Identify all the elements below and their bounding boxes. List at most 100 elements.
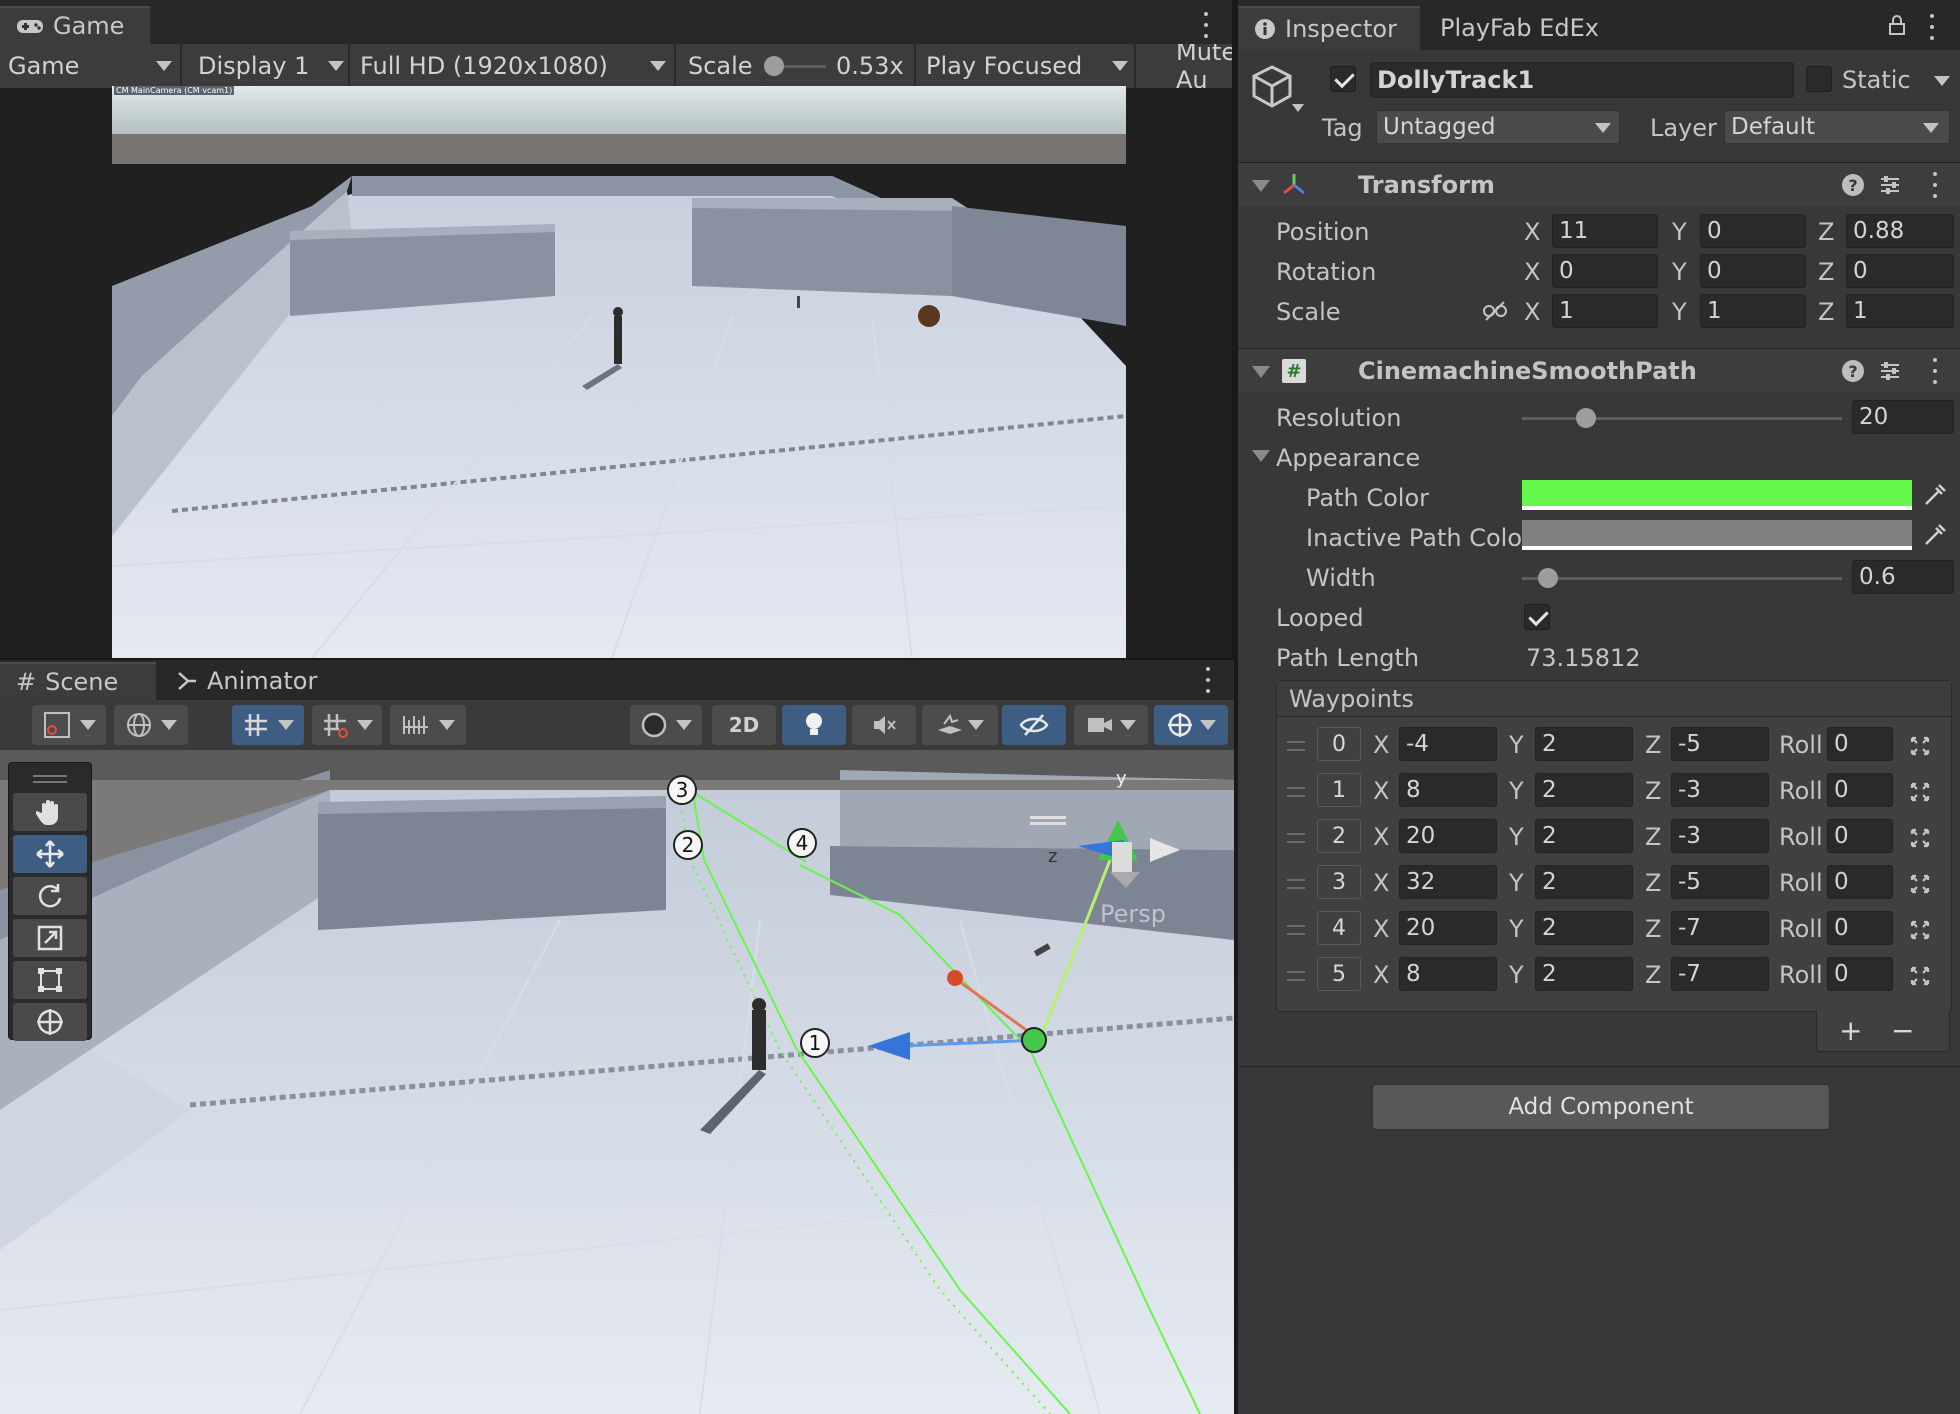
increment-snap-button[interactable] — [312, 705, 382, 745]
waypoint-marker-2[interactable]: 2 — [673, 830, 703, 860]
static-dropdown-chevron[interactable] — [1934, 76, 1950, 86]
tab-inspector[interactable]: Inspector — [1238, 6, 1420, 50]
scale-slider-knob[interactable] — [764, 56, 784, 76]
waypoint-marker-3[interactable]: 3 — [667, 775, 697, 805]
waypoint-y-field[interactable]: 2 — [1535, 727, 1633, 761]
waypoint-y-field[interactable]: 2 — [1535, 957, 1633, 991]
scene-viewport[interactable]: 3 2 4 1 z y Persp — [0, 750, 1234, 1414]
waypoint-z-field[interactable]: -5 — [1671, 727, 1769, 761]
tag-dropdown[interactable]: Untagged — [1376, 110, 1620, 144]
width-field[interactable]: 0.6 — [1852, 560, 1954, 594]
lock-icon[interactable] — [1888, 14, 1906, 36]
resolution-slider-knob[interactable] — [1576, 408, 1596, 428]
waypoint-row[interactable]: 4 X 20 Y 2 Z -7 Roll 0 — [1277, 911, 1951, 951]
resolution-slider-track[interactable] — [1522, 417, 1842, 420]
waypoint-x-field[interactable]: 8 — [1399, 773, 1497, 807]
resolution-dropdown[interactable]: Full HD (1920x1080) — [352, 44, 676, 88]
waypoint-roll-field[interactable]: 0 — [1827, 911, 1893, 945]
waypoint-roll-field[interactable]: 0 — [1827, 865, 1893, 899]
rotation-x-field[interactable]: 0 — [1552, 254, 1658, 288]
scale-x-field[interactable]: 1 — [1552, 294, 1658, 328]
game-more-icon[interactable] — [1203, 12, 1209, 38]
waypoint-x-field[interactable]: 32 — [1399, 865, 1497, 899]
width-slider-knob[interactable] — [1537, 568, 1558, 588]
rect-tool-button[interactable] — [13, 961, 87, 999]
move-tool-button[interactable] — [13, 835, 87, 873]
waypoint-z-field[interactable]: -3 — [1671, 773, 1769, 807]
scene-more-icon[interactable] — [1205, 667, 1211, 693]
position-y-field[interactable]: 0 — [1700, 214, 1806, 248]
game-mode-dropdown[interactable]: Game — [0, 44, 182, 88]
grid-snap-button[interactable] — [232, 705, 304, 745]
audio-toggle-button[interactable] — [852, 705, 916, 745]
align-snap-button[interactable] — [390, 705, 466, 745]
waypoint-row[interactable]: 5 X 8 Y 2 Z -7 Roll 0 — [1277, 957, 1951, 997]
rotation-y-field[interactable]: 0 — [1700, 254, 1806, 288]
tool-palette-handle[interactable] — [33, 775, 67, 783]
resolution-field[interactable]: 20 — [1852, 400, 1954, 434]
tab-animator[interactable]: Animator — [160, 662, 333, 700]
display-dropdown[interactable]: Display 1 — [190, 44, 350, 88]
tab-playfab[interactable]: PlayFab EdEx — [1424, 6, 1615, 50]
layer-dropdown[interactable]: Default — [1724, 110, 1950, 144]
mute-audio-toggle[interactable]: Mute Au — [1168, 44, 1232, 88]
persp-label[interactable]: Persp — [1100, 900, 1166, 928]
rotation-z-field[interactable]: 0 — [1846, 254, 1954, 288]
help-icon[interactable]: ? — [1842, 174, 1864, 196]
width-slider-track[interactable] — [1522, 577, 1842, 580]
scale-z-field[interactable]: 1 — [1846, 294, 1954, 328]
gizmos-button[interactable] — [1154, 705, 1228, 745]
effects-toggle-button[interactable] — [922, 705, 998, 745]
active-checkbox[interactable] — [1330, 66, 1356, 92]
global-toggle-button[interactable] — [114, 705, 188, 745]
eyedropper-icon[interactable] — [1922, 482, 1946, 508]
looped-checkbox[interactable] — [1524, 604, 1550, 630]
inspector-more-icon[interactable] — [1929, 14, 1935, 40]
waypoint-y-field[interactable]: 2 — [1535, 911, 1633, 945]
waypoint-x-field[interactable]: 8 — [1399, 957, 1497, 991]
lighting-toggle-button[interactable] — [782, 705, 846, 745]
drag-handle-icon[interactable] — [1287, 741, 1305, 751]
waypoint-roll-field[interactable]: 0 — [1827, 957, 1893, 991]
presets-icon[interactable] — [1878, 359, 1902, 383]
appearance-foldout-icon[interactable] — [1252, 450, 1270, 462]
waypoint-row[interactable]: 3 X 32 Y 2 Z -5 Roll 0 — [1277, 865, 1951, 905]
smooth-path-header[interactable]: # CinemachineSmoothPath ? — [1238, 348, 1960, 392]
drag-handle-icon[interactable] — [1287, 833, 1305, 843]
waypoint-z-field[interactable]: -7 — [1671, 957, 1769, 991]
waypoint-x-field[interactable]: -4 — [1399, 727, 1497, 761]
appearance-label[interactable]: Appearance — [1276, 444, 1420, 472]
smooth-path-more-icon[interactable] — [1932, 358, 1938, 384]
waypoint-z-field[interactable]: -7 — [1671, 911, 1769, 945]
scale-y-field[interactable]: 1 — [1700, 294, 1806, 328]
waypoint-row[interactable]: 2 X 20 Y 2 Z -3 Roll 0 — [1277, 819, 1951, 859]
waypoint-options-icon[interactable] — [1909, 781, 1931, 803]
waypoint-options-icon[interactable] — [1909, 873, 1931, 895]
add-waypoint-button[interactable]: + — [1839, 1014, 1862, 1047]
play-mode-dropdown[interactable]: Play Focused — [918, 44, 1136, 88]
help-icon[interactable]: ? — [1842, 360, 1864, 382]
waypoint-options-icon[interactable] — [1909, 919, 1931, 941]
presets-icon[interactable] — [1878, 173, 1902, 197]
drag-handle-icon[interactable] — [1287, 971, 1305, 981]
waypoint-y-field[interactable]: 2 — [1535, 819, 1633, 853]
static-checkbox[interactable] — [1806, 66, 1832, 92]
add-component-button[interactable]: Add Component — [1372, 1084, 1830, 1130]
icon-picker-chevron[interactable] — [1292, 104, 1304, 112]
transform-more-icon[interactable] — [1932, 172, 1938, 198]
waypoint-z-field[interactable]: -3 — [1671, 819, 1769, 853]
remove-waypoint-button[interactable]: − — [1891, 1014, 1914, 1047]
position-z-field[interactable]: 0.88 — [1846, 214, 1954, 248]
toggle-2d-button[interactable]: 2D — [712, 705, 776, 745]
hand-tool-button[interactable] — [13, 793, 87, 831]
waypoint-roll-field[interactable]: 0 — [1827, 819, 1893, 853]
transform-header[interactable]: Transform ? — [1238, 162, 1960, 206]
waypoint-z-field[interactable]: -5 — [1671, 865, 1769, 899]
waypoint-x-field[interactable]: 20 — [1399, 911, 1497, 945]
render-mode-button[interactable] — [630, 705, 702, 745]
tab-game[interactable]: Game — [0, 6, 150, 44]
waypoint-row[interactable]: 0 X -4 Y 2 Z -5 Roll 0 — [1277, 727, 1951, 767]
draw-mode-button[interactable] — [32, 705, 106, 745]
path-color-field[interactable] — [1522, 480, 1912, 510]
waypoint-marker-1[interactable]: 1 — [800, 1028, 830, 1058]
